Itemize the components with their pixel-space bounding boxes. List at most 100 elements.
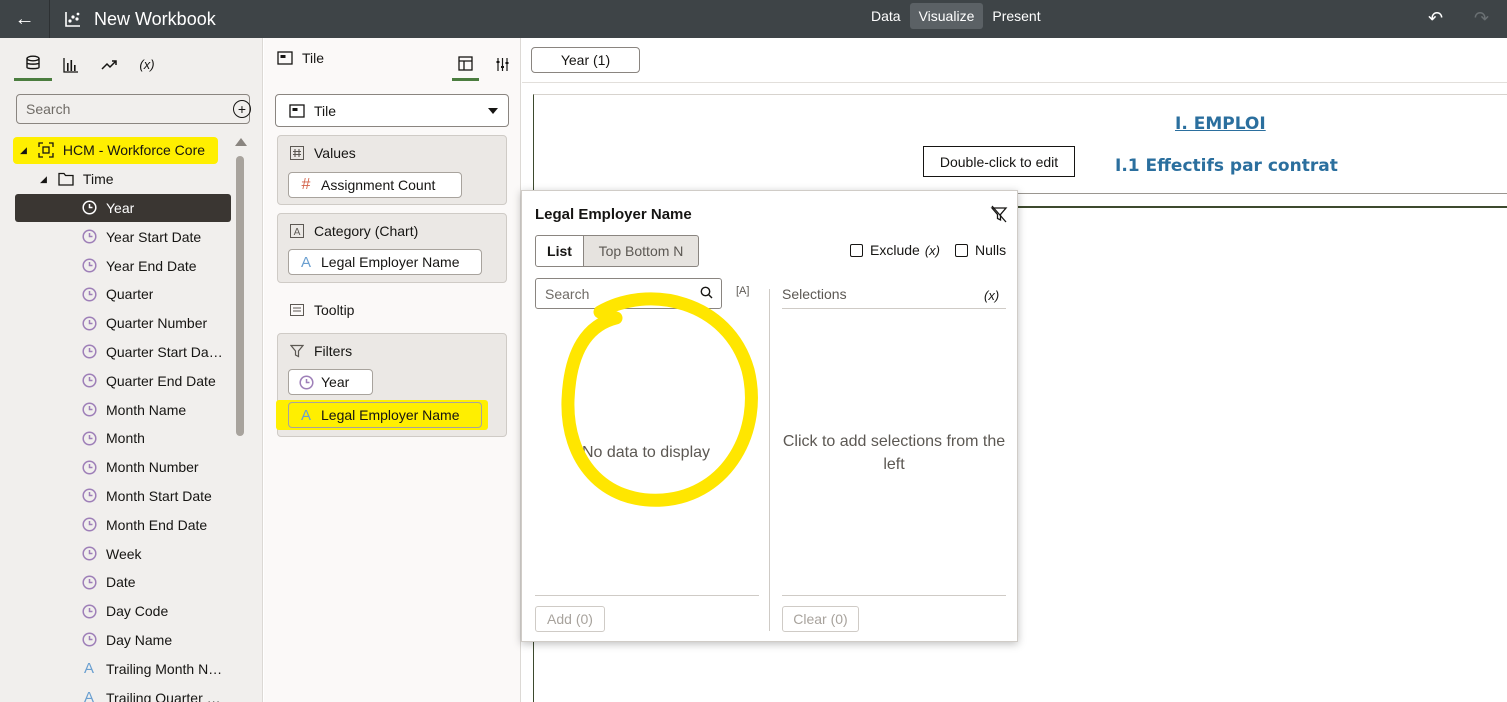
data-column-item[interactable]: Month End Date [0,510,236,539]
clock-icon [80,373,98,388]
category-pill[interactable]: A Legal Employer Name [288,249,482,275]
clock-icon [297,374,315,390]
data-column-item[interactable]: Day Name [0,626,236,655]
case-sensitive-icon[interactable]: [A] [736,285,749,297]
dataset-node[interactable]: ◢ HCM - Workforce Core [0,136,236,165]
data-tree: ◢ HCM - Workforce Core ◢ Time Year Year S… [0,136,236,702]
clock-icon [80,344,98,360]
data-column-label: Week [106,545,142,562]
redo-icon[interactable]: ↷ [1474,8,1489,29]
scroll-thumb[interactable] [236,156,244,436]
edit-tooltip: Double-click to edit [923,146,1075,177]
data-column-item[interactable]: Month Name [0,395,236,424]
filter-pill-legal-employer[interactable]: A Legal Employer Name [288,402,482,428]
data-column-label: Month End Date [106,516,208,533]
clear-button[interactable]: Clear (0) [782,606,859,632]
value-search-input[interactable] [535,278,722,309]
category-title: A Category (Chart) [288,223,418,239]
mode-list-button[interactable]: List [535,235,584,267]
data-column-label: Year Start Date [106,228,202,245]
tab-visualizations[interactable] [52,48,90,81]
filter-popup: Legal Employer Name List Top Bottom N Ex… [521,190,1018,642]
column-divider [769,289,770,631]
filter-chip-year[interactable]: Year (1) [531,47,640,73]
undo-icon[interactable]: ↶ [1428,8,1443,29]
folder-icon [57,172,75,186]
checkbox-box[interactable] [955,243,968,257]
workbook-icon [64,10,82,28]
nulls-checkbox[interactable]: Nulls [955,242,1006,258]
data-column-item[interactable]: Date [0,568,236,597]
clock-icon [80,287,98,302]
tab-properties[interactable] [489,48,516,81]
data-column-item[interactable]: Month Number [0,453,236,482]
no-data-message: No data to display [581,444,711,461]
chevron-down-icon [488,108,498,114]
attribute-icon: A [300,406,311,424]
tab-data-elements[interactable] [14,48,52,81]
data-column-item[interactable]: Week [0,539,236,568]
exclude-checkbox[interactable]: Exclude (x) [850,242,940,258]
attribute-icon: A [83,660,94,678]
data-column-label: Month Number [106,459,199,476]
data-column-item[interactable]: Quarter Number [0,309,236,338]
tile-icon [276,51,294,65]
viz-type-value: Tile [314,102,337,119]
caret-down-icon[interactable]: ◢ [40,174,47,185]
folder-label: Time [82,171,114,188]
data-column-item[interactable]: Month Start Date [0,482,236,511]
tab-grammar[interactable] [452,48,479,81]
clock-icon [80,316,98,331]
folder-node-time[interactable]: ◢ Time [0,165,236,194]
dataset-icon [37,142,55,159]
data-column-item[interactable]: Day Code [0,597,236,626]
add-button[interactable]: Add (0) [535,606,605,632]
mode-top-bottom-button[interactable]: Top Bottom N [584,235,699,267]
divider [1018,193,1507,194]
workbook-title[interactable]: New Workbook [94,9,216,30]
tab-calculations[interactable]: (x) [128,48,166,81]
data-column-label: Month Name [106,401,187,418]
back-button[interactable]: ← [0,0,50,38]
viz-type-select[interactable]: Tile [275,94,509,127]
tab-visualize[interactable]: Visualize [909,3,984,29]
tab-present[interactable]: Present [983,3,1049,29]
heading-emploi[interactable]: I. EMPLOI [1175,114,1266,134]
data-column-item[interactable]: Quarter End Date [0,366,236,395]
data-column-item[interactable]: Year End Date [0,251,236,280]
heading-effectifs[interactable]: I.1 Effectifs par contrat [1115,156,1338,176]
data-column-label: Month [106,430,145,447]
data-column-label: Trailing Quarter … [106,689,221,702]
tab-analytics[interactable] [90,48,128,81]
tooltip-drop-target[interactable]: Tooltip [288,302,354,318]
filter-pill-year[interactable]: Year [288,369,373,395]
mode-tabs: Data Visualize Present [862,3,1050,29]
clear-filter-icon[interactable] [990,205,1008,226]
data-column-item[interactable]: Month [0,424,236,453]
add-data-icon[interactable]: + [233,100,251,118]
clock-icon [80,517,98,532]
divider [1018,206,1507,208]
data-column-label: Trailing Month N… [106,660,223,677]
data-search-input[interactable] [16,94,250,124]
data-column-item[interactable]: Quarter Start Da… [0,338,236,367]
values-pill[interactable]: # Assignment Count [288,172,462,198]
sliders-icon [496,58,509,71]
data-column-item[interactable]: Year [15,193,231,223]
caret-down-icon[interactable]: ◢ [20,145,27,156]
tab-data[interactable]: Data [862,3,910,29]
scroll-up-icon[interactable] [235,138,247,146]
formula-icon[interactable]: (x) [984,288,999,303]
hash-box-icon [288,146,306,160]
filters-title: Filters [288,343,352,359]
measure-icon: # [301,176,311,193]
tree-scrollbar[interactable] [234,138,247,698]
data-column-item[interactable]: Year Start Date [0,222,236,251]
bar-chart-icon [63,57,78,73]
data-column-item[interactable]: Quarter [0,280,236,309]
top-bar: ← New Workbook Data Visualize Present ↶ … [0,0,1507,38]
checkbox-box[interactable] [850,243,863,257]
formula-icon[interactable]: (x) [925,243,940,258]
data-column-item[interactable]: A Trailing Quarter … [0,683,236,702]
data-column-item[interactable]: A Trailing Month N… [0,654,236,683]
